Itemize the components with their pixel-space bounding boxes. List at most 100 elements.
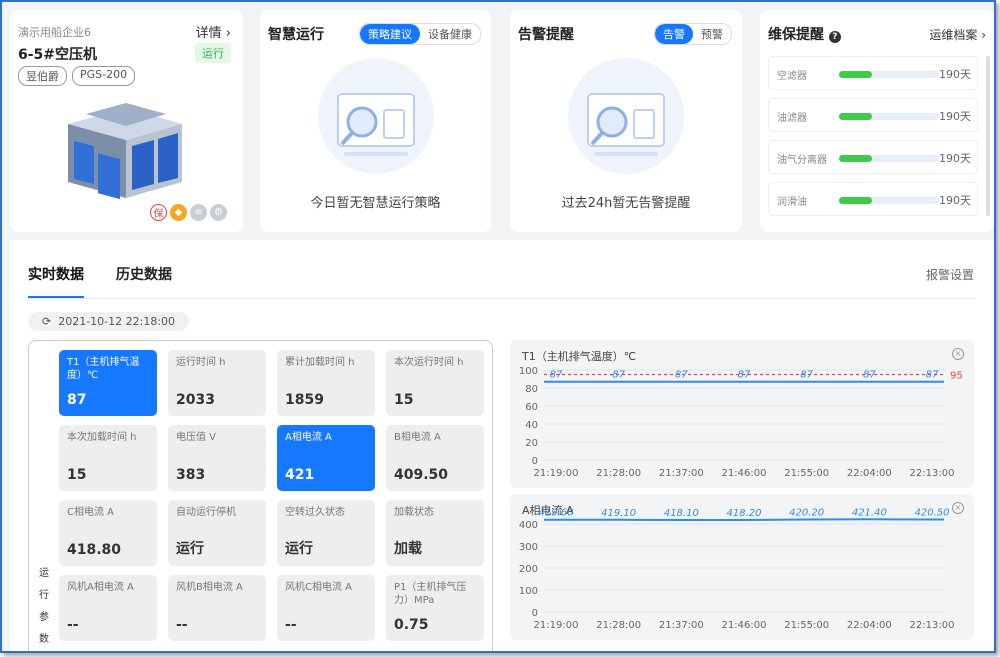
param-tile[interactable]: T1（主机排气温度）℃ 87 [59, 350, 157, 416]
y-tick-label: 0 [532, 608, 538, 619]
param-value: 421 [285, 467, 315, 483]
params-panel: 运行参数 T1（主机排气温度）℃ 87 运行时间 h 2033 累计加载时间 h 1859… [28, 340, 493, 651]
param-tile[interactable]: 运行时间 h 2033 [168, 350, 266, 416]
param-tile[interactable]: 风机C相电流 A -- [277, 575, 375, 641]
y-tick-label: 60 [525, 402, 538, 413]
empty-state-illustration [568, 58, 684, 174]
param-value: -- [176, 617, 188, 633]
param-tile[interactable]: 自动运行停机 运行 [168, 500, 266, 566]
param-tile[interactable]: 本次加载时间 h 15 [59, 425, 157, 491]
data-label: 87 [675, 370, 688, 381]
empty-state-illustration [318, 58, 434, 174]
item-label: 润滑油 [777, 197, 807, 208]
data-label: 87 [800, 370, 813, 381]
data-label: 87 [612, 370, 625, 381]
param-name: 运行时间 h [176, 357, 226, 368]
x-tick-label: 21:46:00 [722, 468, 767, 479]
param-name: 本次加载时间 h [67, 432, 137, 443]
param-value: -- [285, 617, 297, 633]
param-value: -- [67, 617, 79, 633]
data-tabs: 实时数据 历史数据 [28, 264, 172, 298]
scrollbar[interactable] [986, 56, 990, 216]
alarm-settings-link[interactable]: 报警设置 [926, 266, 974, 283]
x-tick-label: 21:28:00 [596, 468, 641, 479]
refresh-timestamp[interactable]: ⟳ 2021-10-12 22:18:00 [28, 312, 190, 331]
param-tile[interactable]: 电压值 V 383 [168, 425, 266, 491]
param-value: 418.80 [67, 542, 122, 558]
detail-link[interactable]: 详情 › [196, 22, 231, 41]
detail-label: 详情 [195, 26, 222, 41]
item-label: 油气分离器 [777, 155, 827, 166]
data-label: 418.20 [727, 508, 762, 519]
tab-realtime[interactable]: 实时数据 [28, 264, 84, 298]
param-tile[interactable]: 风机A相电流 A -- [59, 575, 157, 641]
data-label: 421.40 [852, 507, 887, 518]
data-label: 420.50 [915, 507, 950, 518]
refresh-icon: ⟳ [42, 315, 52, 328]
y-tick-label: 20 [525, 438, 538, 449]
alerts-title: 告警提醒 [518, 27, 574, 43]
item-label: 油滤器 [777, 113, 807, 124]
maintenance-title: 维保提醒 ? [768, 24, 841, 44]
maintenance-card: 维保提醒 ? 运维档案 › 空滤器 190天 油滤器 190天 油气分离器 190天 … [760, 10, 994, 232]
param-name: 空转过久状态 [285, 507, 345, 518]
y-tick-label: 200 [519, 564, 538, 575]
param-name: C相电流 A [67, 507, 115, 518]
param-value: 运行 [285, 541, 313, 557]
tab-strategy[interactable]: 策略建议 [360, 24, 420, 44]
x-tick-label: 22:13:00 [910, 468, 955, 479]
alerts-empty-text: 过去24h暂无告警提醒 [561, 196, 691, 211]
tab-history[interactable]: 历史数据 [116, 264, 172, 298]
param-name: 电压值 V [176, 432, 217, 443]
device-status-icons: 保 ◆ ≡ ⚙ [150, 204, 227, 221]
tag-model: PGS-200 [72, 66, 136, 86]
data-label: 87 [926, 370, 939, 381]
param-name: T1（主机排气温度）℃ [67, 357, 140, 381]
series-line [544, 518, 944, 522]
help-icon[interactable]: ? [828, 31, 841, 43]
param-value: 加载 [394, 541, 422, 557]
param-tile[interactable]: 加载状态 加载 [386, 500, 484, 566]
tab-alarm[interactable]: 告警 [655, 24, 693, 44]
list-item: 空滤器 190天 [768, 56, 978, 90]
item-value: 190天 [939, 152, 971, 165]
chart-svg: 0 100 200 300 400 21:19:00 21:28:00 21:37:00 21:… [519, 507, 955, 631]
param-tile[interactable]: 累计加载时间 h 1859 [277, 350, 375, 416]
param-tile[interactable]: A相电流 A 421 [277, 425, 375, 491]
progress-bar [839, 155, 939, 162]
y-tick-label: 100 [519, 586, 538, 597]
x-tick-label: 22:04:00 [847, 468, 892, 479]
param-tile[interactable]: 本次运行时间 h 15 [386, 350, 484, 416]
param-name: 加载状态 [394, 507, 434, 518]
y-tick-label: 40 [525, 420, 538, 431]
data-label: 87 [738, 370, 751, 381]
archive-link[interactable]: 运维档案 › [929, 26, 986, 43]
tab-health[interactable]: 设备健康 [420, 24, 480, 44]
shield-icon[interactable]: 保 [150, 204, 167, 221]
param-tile[interactable]: P1（主机排气压力）MPa 0.75 [386, 575, 484, 641]
compressor-image [68, 103, 182, 200]
gear-icon[interactable]: ⚙ [210, 204, 227, 221]
param-tile[interactable]: C相电流 A 418.80 [59, 500, 157, 566]
param-name: 风机A相电流 A [67, 582, 134, 593]
threshold-label: 95 [950, 371, 963, 382]
chevron-right-icon: › [225, 26, 231, 41]
tag-icon[interactable]: ◆ [170, 204, 187, 221]
temperature-chart: T1（主机排气温度）℃ × 0 20 40 60 80 100 21:19:00 21:28:… [510, 340, 974, 488]
param-tile[interactable]: 空转过久状态 运行 [277, 500, 375, 566]
param-value: 87 [67, 392, 87, 408]
param-tile[interactable]: 风机B相电流 A -- [168, 575, 266, 641]
param-value: 15 [394, 392, 414, 408]
tab-warning[interactable]: 预警 [693, 24, 731, 44]
data-label: 87 [863, 370, 876, 381]
progress-bar [839, 71, 939, 78]
param-tile[interactable]: B相电流 A 409.50 [386, 425, 484, 491]
item-value: 190天 [939, 194, 971, 207]
y-tick-label: 80 [525, 384, 538, 395]
item-value: 190天 [939, 110, 971, 123]
progress-fill [839, 197, 872, 204]
param-name: 自动运行停机 [176, 507, 236, 518]
param-name: 风机B相电流 A [176, 582, 243, 593]
database-icon[interactable]: ≡ [190, 204, 207, 221]
data-label: 419.60 [539, 508, 574, 519]
